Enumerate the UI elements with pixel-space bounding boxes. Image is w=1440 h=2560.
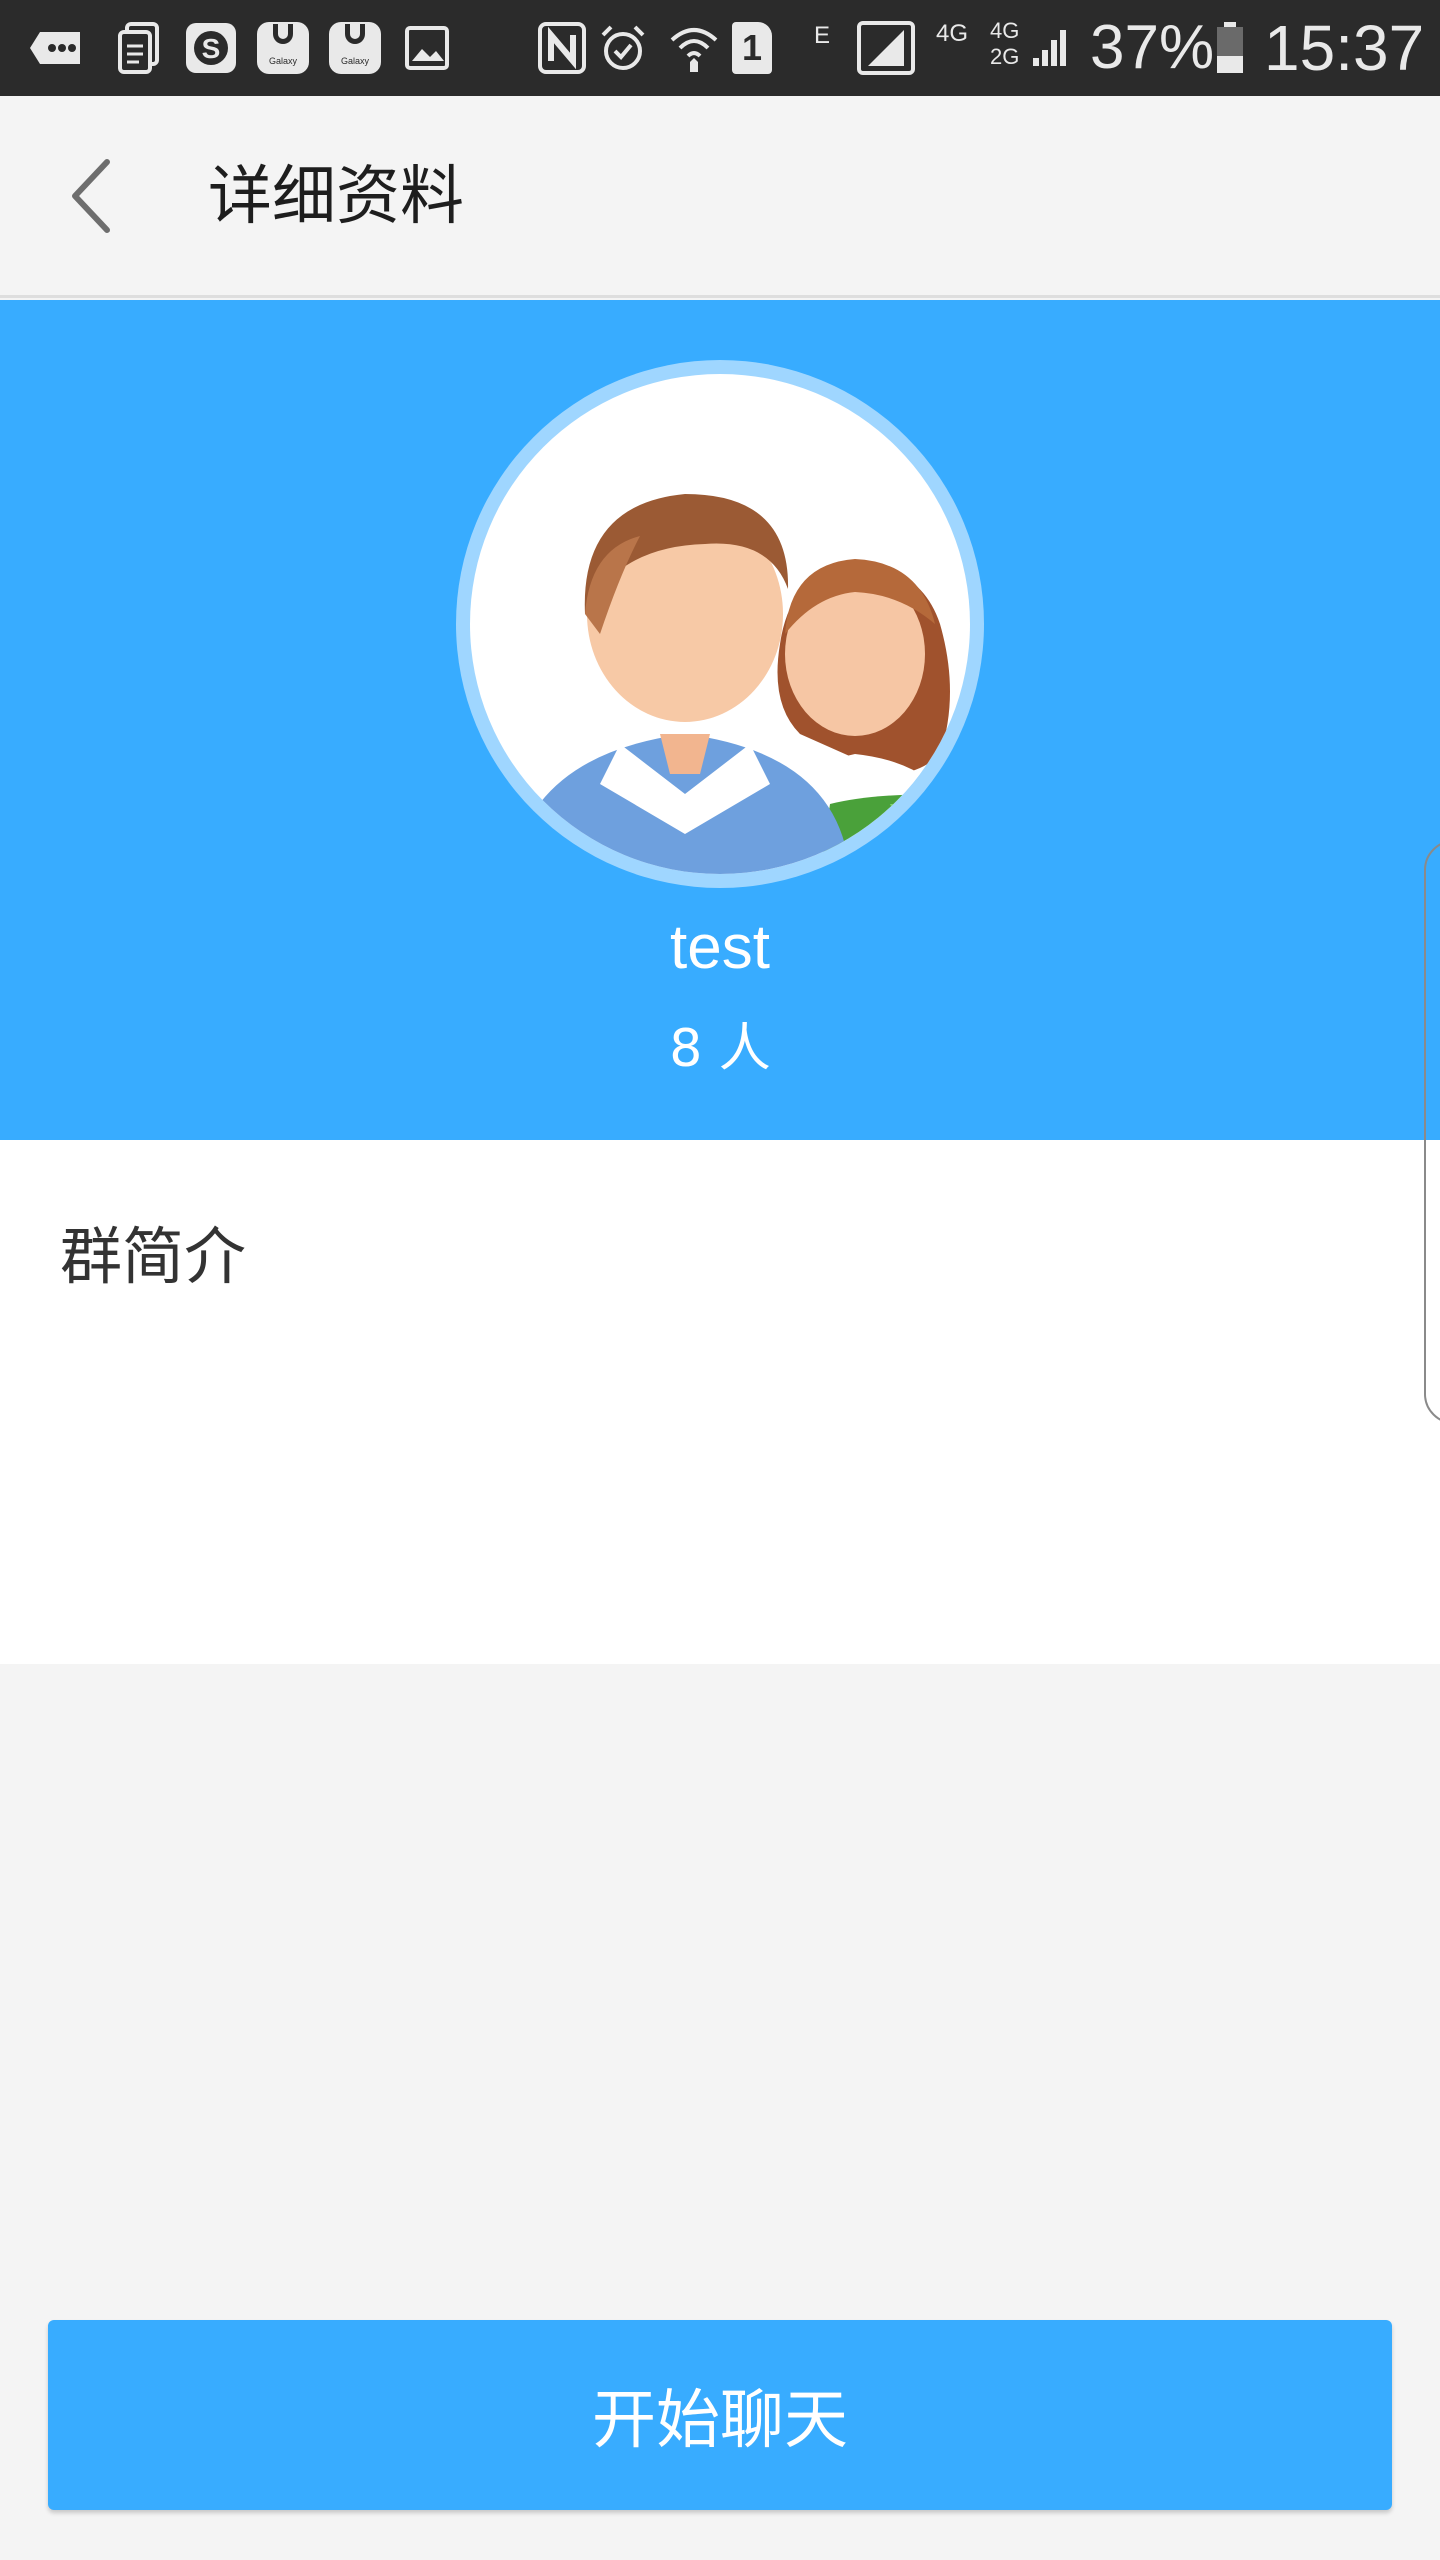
page-title: 详细资料 xyxy=(208,160,464,234)
start-chat-button[interactable]: 开始聊天 xyxy=(48,2320,1392,2510)
avatar[interactable] xyxy=(456,360,984,888)
galaxy-label: Galaxy xyxy=(268,56,297,66)
message-icon xyxy=(26,20,84,76)
clock: 15:37 xyxy=(1264,12,1425,84)
network-type-e: E xyxy=(814,22,831,49)
network-type-top: 4G xyxy=(990,18,1020,43)
cell-signal-icon xyxy=(1030,20,1070,76)
clipboard-icon xyxy=(116,20,162,76)
nfc-icon xyxy=(536,20,588,76)
image-icon xyxy=(402,20,452,76)
galaxy-app-icon: Galaxy xyxy=(328,20,382,76)
battery-icon xyxy=(1214,20,1246,76)
back-button[interactable] xyxy=(50,146,130,246)
group-avatar-icon xyxy=(470,374,970,874)
battery-percentage: 37% xyxy=(1090,13,1215,82)
group-intro-section: 群简介 xyxy=(0,1140,1440,1664)
network-type-bottom: 2G xyxy=(990,44,1020,69)
network-type-4g: 4G xyxy=(936,20,969,47)
edge-panel-handle[interactable] xyxy=(1424,840,1440,1424)
galaxy-label: Galaxy xyxy=(340,56,369,66)
network-type-stack: 4G 2G xyxy=(990,18,1030,70)
cell-signal-icon xyxy=(856,20,916,76)
svg-text:S: S xyxy=(202,33,221,64)
group-name: test xyxy=(670,913,770,982)
group-header: test 8 人 xyxy=(0,300,1440,1140)
wifi-icon xyxy=(666,20,722,76)
sim-icon: 1 xyxy=(730,20,774,76)
dollar-app-icon: S xyxy=(184,20,238,76)
chevron-left-icon xyxy=(72,159,110,233)
member-count[interactable]: 8 人 xyxy=(0,1006,1440,1081)
app-bar: 详细资料 xyxy=(0,96,1440,298)
sim-slot-label: 1 xyxy=(732,22,772,74)
group-intro-label: 群简介 xyxy=(60,1220,247,1293)
alarm-icon xyxy=(598,20,648,76)
galaxy-app-icon: Galaxy xyxy=(256,20,310,76)
status-bar: S Galaxy Galaxy 1 E 4G 4G 2G 37% 15:37 xyxy=(0,0,1440,96)
